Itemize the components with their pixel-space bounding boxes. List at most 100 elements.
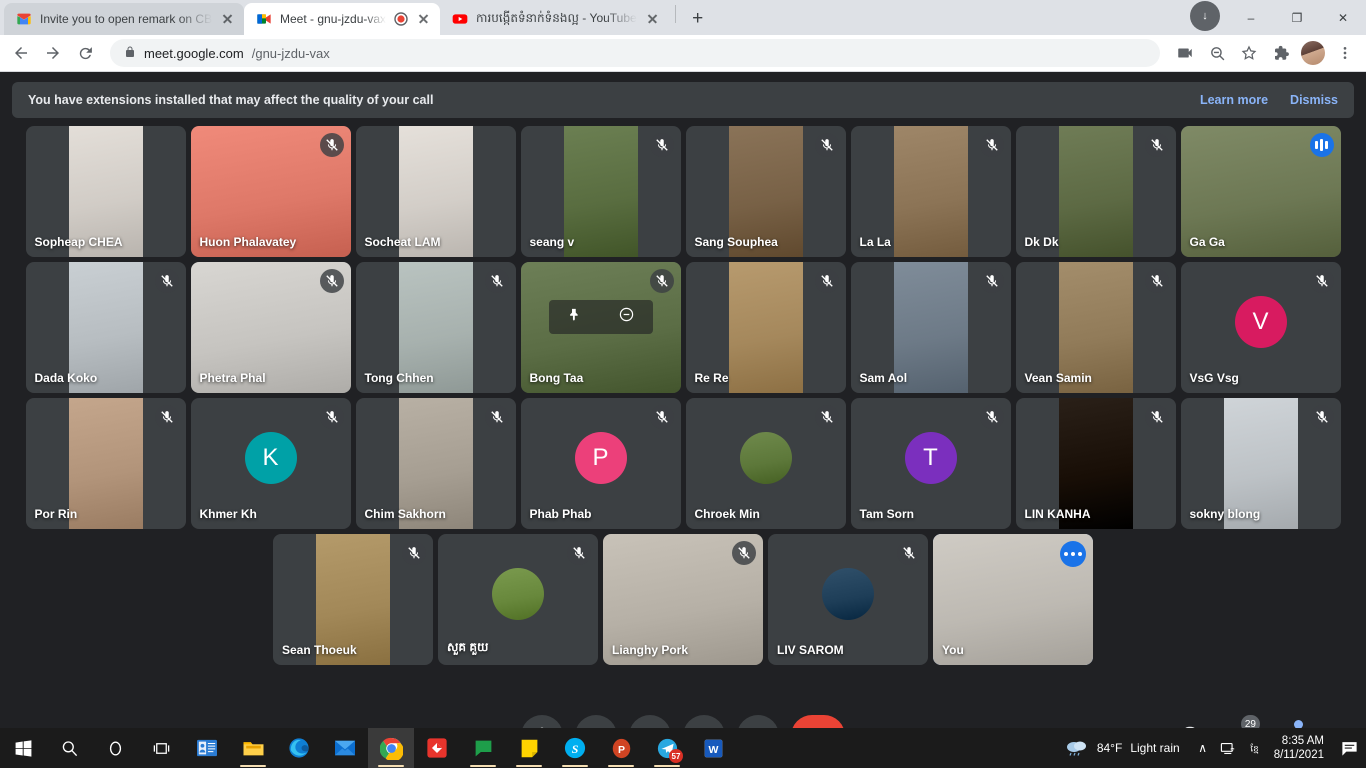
browser-tab-meet[interactable]: Meet - gnu-jzdu-vax (244, 3, 441, 35)
address-bar[interactable]: meet.google.com/gnu-jzdu-vax (110, 39, 1160, 67)
participant-tile[interactable]: Socheat LAM (355, 126, 516, 257)
participant-name: Bong Taa (529, 371, 584, 385)
network-icon[interactable] (1216, 728, 1242, 768)
extensions-icon[interactable] (1266, 38, 1296, 68)
search-button[interactable] (46, 728, 92, 768)
browser-tab-gmail[interactable]: Invite you to open remark on CBO (4, 3, 244, 35)
participant-tile[interactable]: Sopheap CHEA (25, 126, 186, 257)
taskbar-clock[interactable]: 8:35 AM 8/11/2021 (1268, 734, 1332, 763)
profile-avatar[interactable] (1301, 41, 1325, 65)
zoom-out-icon[interactable] (1202, 38, 1232, 68)
input-language-icon[interactable]: ខ្មែ (1242, 728, 1268, 768)
participant-tile[interactable]: Chroek Min (685, 398, 846, 529)
participant-avatar-initial: T (904, 432, 957, 485)
participant-tile[interactable]: Vean Samin (1015, 262, 1176, 393)
pin-icon[interactable] (567, 307, 582, 327)
telegram[interactable]: 57 (644, 728, 690, 768)
close-window-button[interactable]: ✕ (1320, 0, 1366, 35)
participant-tile[interactable]: P Phab Phab (520, 398, 681, 529)
dismiss-button[interactable]: Dismiss (1290, 93, 1338, 107)
participant-tile[interactable]: សួគ គួយ (438, 534, 598, 665)
tile-hover-controls (548, 300, 653, 335)
participant-grid-row: Sopheap CHEA Huon Phalavatey Socheat LAM se… (10, 126, 1356, 257)
participant-tile[interactable]: You (933, 534, 1093, 665)
minimize-button[interactable]: – (1228, 0, 1274, 35)
window-controls: ↓ – ❐ ✕ (1190, 0, 1366, 35)
task-view-button[interactable] (138, 728, 184, 768)
participant-name: Sam Aol (859, 371, 908, 385)
sticky-notes[interactable] (506, 728, 552, 768)
powerpoint[interactable]: P (598, 728, 644, 768)
browser-tab-youtube[interactable]: ការបង្កើតទំនាក់ទំនងល្អ - YouTube (440, 3, 669, 35)
participant-tile[interactable]: sokny blong (1180, 398, 1341, 529)
start-button[interactable] (0, 728, 46, 768)
participant-tile[interactable]: Ga Ga (1180, 126, 1341, 257)
close-icon[interactable] (220, 11, 236, 27)
microphone-muted-icon (649, 405, 674, 429)
microphone-muted-icon (154, 269, 179, 293)
microphone-muted-icon (319, 133, 344, 157)
participant-tile[interactable]: Sam Aol (850, 262, 1011, 393)
rain-cloud-icon (1065, 738, 1089, 759)
maximize-button[interactable]: ❐ (1274, 0, 1320, 35)
participant-tile[interactable]: T Tam Sorn (850, 398, 1011, 529)
show-hidden-icons-chevron[interactable]: ∧ (1190, 728, 1216, 768)
word[interactable]: W (690, 728, 736, 768)
participant-tile[interactable]: Sang Souphea (685, 126, 846, 257)
chrome-menu-icon[interactable] (1330, 38, 1360, 68)
participant-name: Socheat LAM (364, 235, 441, 249)
notification-center-icon[interactable] (1332, 728, 1366, 768)
forward-button[interactable] (38, 38, 68, 68)
close-icon[interactable] (416, 11, 432, 27)
chrome-browser-window: Invite you to open remark on CBO Meet - … (0, 0, 1366, 768)
svg-text:W: W (708, 743, 718, 755)
file-explorer[interactable] (230, 728, 276, 768)
app-red-diamond[interactable] (414, 728, 460, 768)
participant-tile[interactable]: Bong Taa (520, 262, 681, 393)
participant-tile[interactable]: seang v (520, 126, 681, 257)
participant-tile[interactable]: Re Re (685, 262, 846, 393)
participant-tile[interactable]: Huon Phalavatey (190, 126, 351, 257)
participant-tile[interactable]: Por Rin (25, 398, 186, 529)
media-cast-icon[interactable] (1170, 38, 1200, 68)
participant-name: Huon Phalavatey (199, 235, 297, 249)
mail-app[interactable] (322, 728, 368, 768)
weather-widget[interactable]: 84°F Light rain (1055, 738, 1190, 759)
microphone-muted-icon (319, 269, 344, 293)
participant-tile[interactable]: Lianghy Pork (603, 534, 763, 665)
google-chrome[interactable] (368, 728, 414, 768)
participant-tile[interactable]: Sean Thoeuk (273, 534, 433, 665)
participant-tile[interactable]: V VsG Vsg (1180, 262, 1341, 393)
new-tab-button[interactable]: + (684, 4, 712, 32)
svg-text:S: S (572, 742, 579, 756)
cortana-button[interactable] (92, 728, 138, 768)
participant-video (893, 126, 968, 257)
participant-tile[interactable]: K Khmer Kh (190, 398, 351, 529)
participant-tile[interactable]: Chim Sakhorn (355, 398, 516, 529)
back-button[interactable] (6, 38, 36, 68)
messages-app[interactable] (460, 728, 506, 768)
reload-button[interactable] (70, 38, 100, 68)
participant-tile[interactable]: Tong Chhen (355, 262, 516, 393)
participant-tile[interactable]: LIV SAROM (768, 534, 928, 665)
microsoft-edge[interactable] (276, 728, 322, 768)
close-icon[interactable] (645, 11, 661, 27)
download-indicator-icon[interactable]: ↓ (1190, 1, 1220, 31)
bookmark-star-icon[interactable] (1234, 38, 1264, 68)
participant-tile[interactable]: LIN KANHA (1015, 398, 1176, 529)
learn-more-link[interactable]: Learn more (1200, 93, 1268, 107)
participant-tile[interactable]: La La (850, 126, 1011, 257)
skype-icon: S (563, 736, 587, 760)
participant-tile[interactable]: Phetra Phal (190, 262, 351, 393)
participant-tile[interactable]: Dk Dk (1015, 126, 1176, 257)
tab-separator (674, 5, 676, 23)
self-more-options-icon[interactable] (1060, 541, 1086, 567)
url-domain: meet.google.com (144, 45, 244, 61)
remove-icon[interactable] (618, 306, 635, 328)
participant-name: Phab Phab (529, 507, 592, 521)
participant-tile[interactable]: Dada Koko (25, 262, 186, 393)
microphone-muted-icon (1309, 269, 1334, 293)
participant-video (68, 398, 143, 529)
skype[interactable]: S (552, 728, 598, 768)
contacts-app[interactable] (184, 728, 230, 768)
